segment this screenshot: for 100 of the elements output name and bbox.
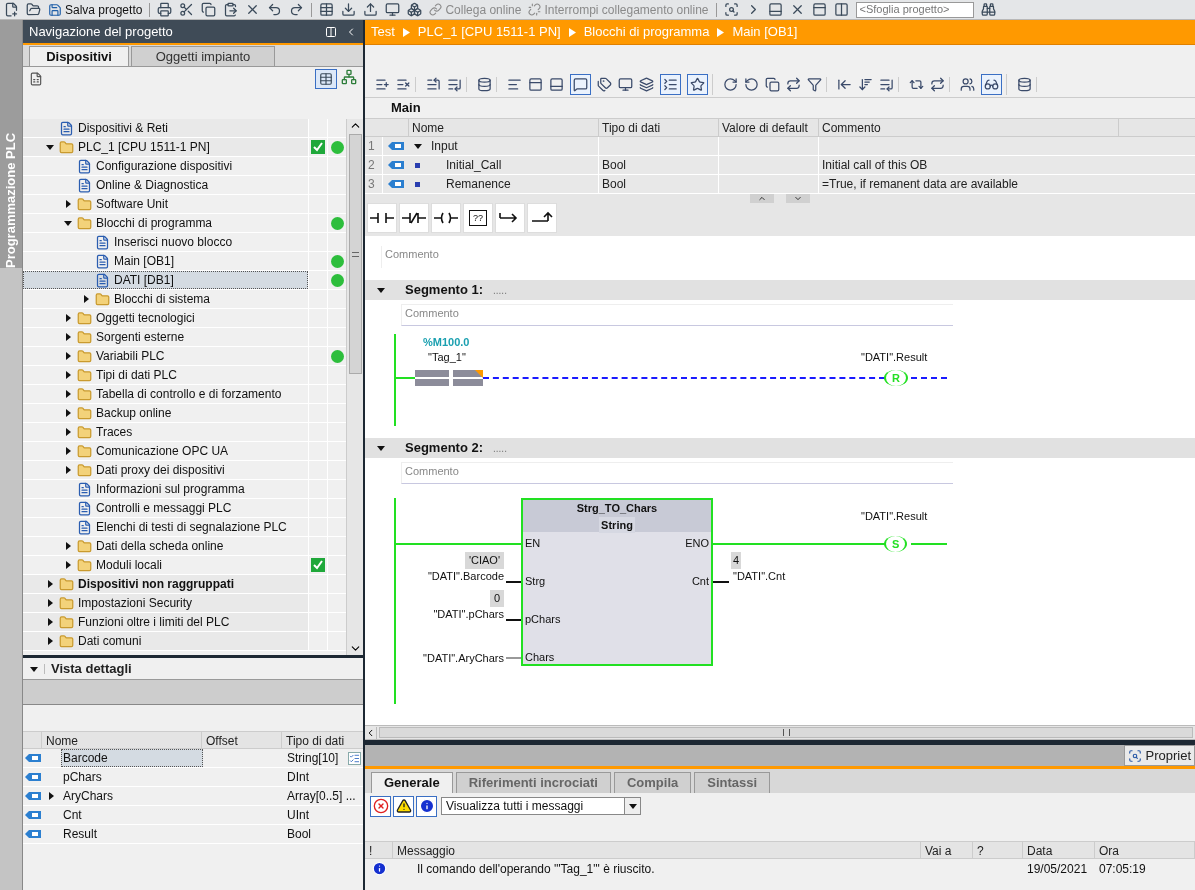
align-left-icon[interactable] [507,77,522,92]
undo-icon[interactable] [267,2,283,17]
list-end-icon[interactable] [879,77,894,92]
empty-box-icon[interactable]: ?? [463,203,493,233]
tab[interactable]: Generale [371,772,453,793]
tab[interactable]: Dispositivi [29,46,129,66]
toggle-button[interactable] [687,74,708,95]
tab[interactable]: Sintassi [694,772,771,793]
error-filter-button[interactable] [370,795,391,817]
copy-icon[interactable] [765,77,780,92]
scrollbar-thumb[interactable] [379,727,1193,738]
column-header[interactable]: Data [1023,842,1095,858]
printer-icon[interactable] [157,2,173,17]
expand-arrow-icon[interactable] [45,579,55,589]
horizontal-scrollbar[interactable] [365,725,1195,740]
dropdown-arrow-icon[interactable] [627,801,638,811]
expand-arrow-icon[interactable] [63,313,73,323]
tree-item[interactable]: Dispositivi & Reti [23,119,308,137]
expand-arrow-icon[interactable] [63,541,73,551]
column-header[interactable]: Messaggio [393,842,921,858]
network-icon[interactable] [341,69,357,85]
expand-arrow-icon[interactable] [45,636,55,646]
expand-arrow-icon[interactable] [45,142,55,152]
properties-button[interactable]: Propriet [1124,745,1195,766]
toggle-button[interactable] [570,74,591,95]
repeat-icon[interactable] [786,77,801,92]
scrollbar-thumb[interactable] [348,134,362,374]
coil-icon[interactable] [431,203,461,233]
closed-contact-icon[interactable] [399,203,429,233]
new-file-icon[interactable] [4,2,19,17]
variable-name[interactable]: Result [61,825,203,843]
database-icon[interactable] [477,77,492,92]
expand-arrow-icon[interactable] [46,791,56,801]
tree-item[interactable]: Dati comuni [23,632,308,650]
expand-arrow-icon[interactable] [63,218,73,228]
parameter-name[interactable]: Input [431,137,458,155]
collapse-arrow-icon[interactable] [376,285,386,295]
panel-icon[interactable] [767,2,783,17]
repeat-icon[interactable] [930,77,945,92]
monitor-icon[interactable] [385,2,401,17]
rotate-icon[interactable] [723,77,738,92]
spreadsheet-icon[interactable] [29,72,43,86]
column-header[interactable]: Nome [409,119,599,136]
expand-arrow-icon[interactable] [81,294,91,304]
tab[interactable]: Oggetti impianto [131,46,275,66]
search-field[interactable]: <Sfoglia progetto> [855,1,974,18]
list-end-icon[interactable] [447,77,462,92]
scan-search-icon[interactable] [723,2,739,17]
column-header[interactable]: Vai a [921,842,973,858]
column-header[interactable]: Commento [819,119,1119,136]
column-header[interactable]: Ora [1095,842,1195,858]
list-start-icon[interactable] [426,77,441,92]
variable-name[interactable]: Barcode [61,749,203,767]
panel-bottom-icon[interactable] [549,77,564,92]
expand-down-icon[interactable] [786,194,810,203]
column-header[interactable]: Valore di default [719,119,819,136]
column-header[interactable]: Nome [41,732,201,748]
segment-header[interactable]: Segmento 1: ..... [365,280,1195,300]
rotate-back-icon[interactable] [744,77,759,92]
parameter-name[interactable]: Initial_Call [446,156,502,174]
warning-filter-button[interactable] [393,795,414,817]
variable-name[interactable]: pChars [61,768,203,786]
expand-arrow-icon[interactable] [63,370,73,380]
panel-top-icon[interactable] [528,77,543,92]
open-folder-icon[interactable] [26,2,41,17]
message-filter-select[interactable]: Visualizza tutti i messaggi [441,797,641,815]
open-contact-icon[interactable] [367,203,397,233]
upload-icon[interactable] [363,2,379,17]
variable-name[interactable]: AryChars [61,787,203,805]
toggle-button[interactable] [660,74,681,95]
binoculars-icon[interactable] [980,2,996,17]
table-icon[interactable] [319,2,335,17]
tree-item[interactable]: DATI [DB1] [23,271,308,289]
columns-icon[interactable] [833,2,849,17]
database-icon[interactable] [1017,77,1032,92]
boxes-icon[interactable] [407,2,423,17]
tab[interactable]: Compila [613,772,692,793]
list-icon[interactable] [348,751,361,765]
comment-field[interactable]: Commento [401,304,953,326]
function-block[interactable]: Strg_TO_Chars String EN ENO Strg pChars Chars Cnt [521,498,713,666]
panel-top-icon[interactable] [811,2,827,17]
branch-icon[interactable] [495,203,525,233]
tree-item[interactable]: PLC_1 [CPU 1511-1 PN] [23,138,308,156]
close-branch-icon[interactable] [527,203,557,233]
expand-arrow-icon[interactable] [45,598,55,608]
expand-arrow-icon[interactable] [63,351,73,361]
column-header[interactable]: ! [365,842,393,858]
expand-arrow-icon[interactable] [63,332,73,342]
variable-name[interactable]: Cnt [61,806,203,824]
expand-arrow-icon[interactable] [63,560,73,570]
vertical-scrollbar[interactable] [346,119,363,655]
monitor-icon[interactable] [618,77,633,92]
save-project-button[interactable]: Salva progetto [48,0,143,19]
collapse-arrow-icon[interactable] [376,443,386,453]
column-header[interactable]: Offset [201,732,281,748]
expand-arrow-icon[interactable] [45,617,55,627]
tags-icon[interactable] [597,77,612,92]
cut-icon[interactable] [179,2,195,17]
paste-icon[interactable] [223,2,239,17]
tree-item[interactable]: Dispositivi non raggruppati [23,575,308,593]
